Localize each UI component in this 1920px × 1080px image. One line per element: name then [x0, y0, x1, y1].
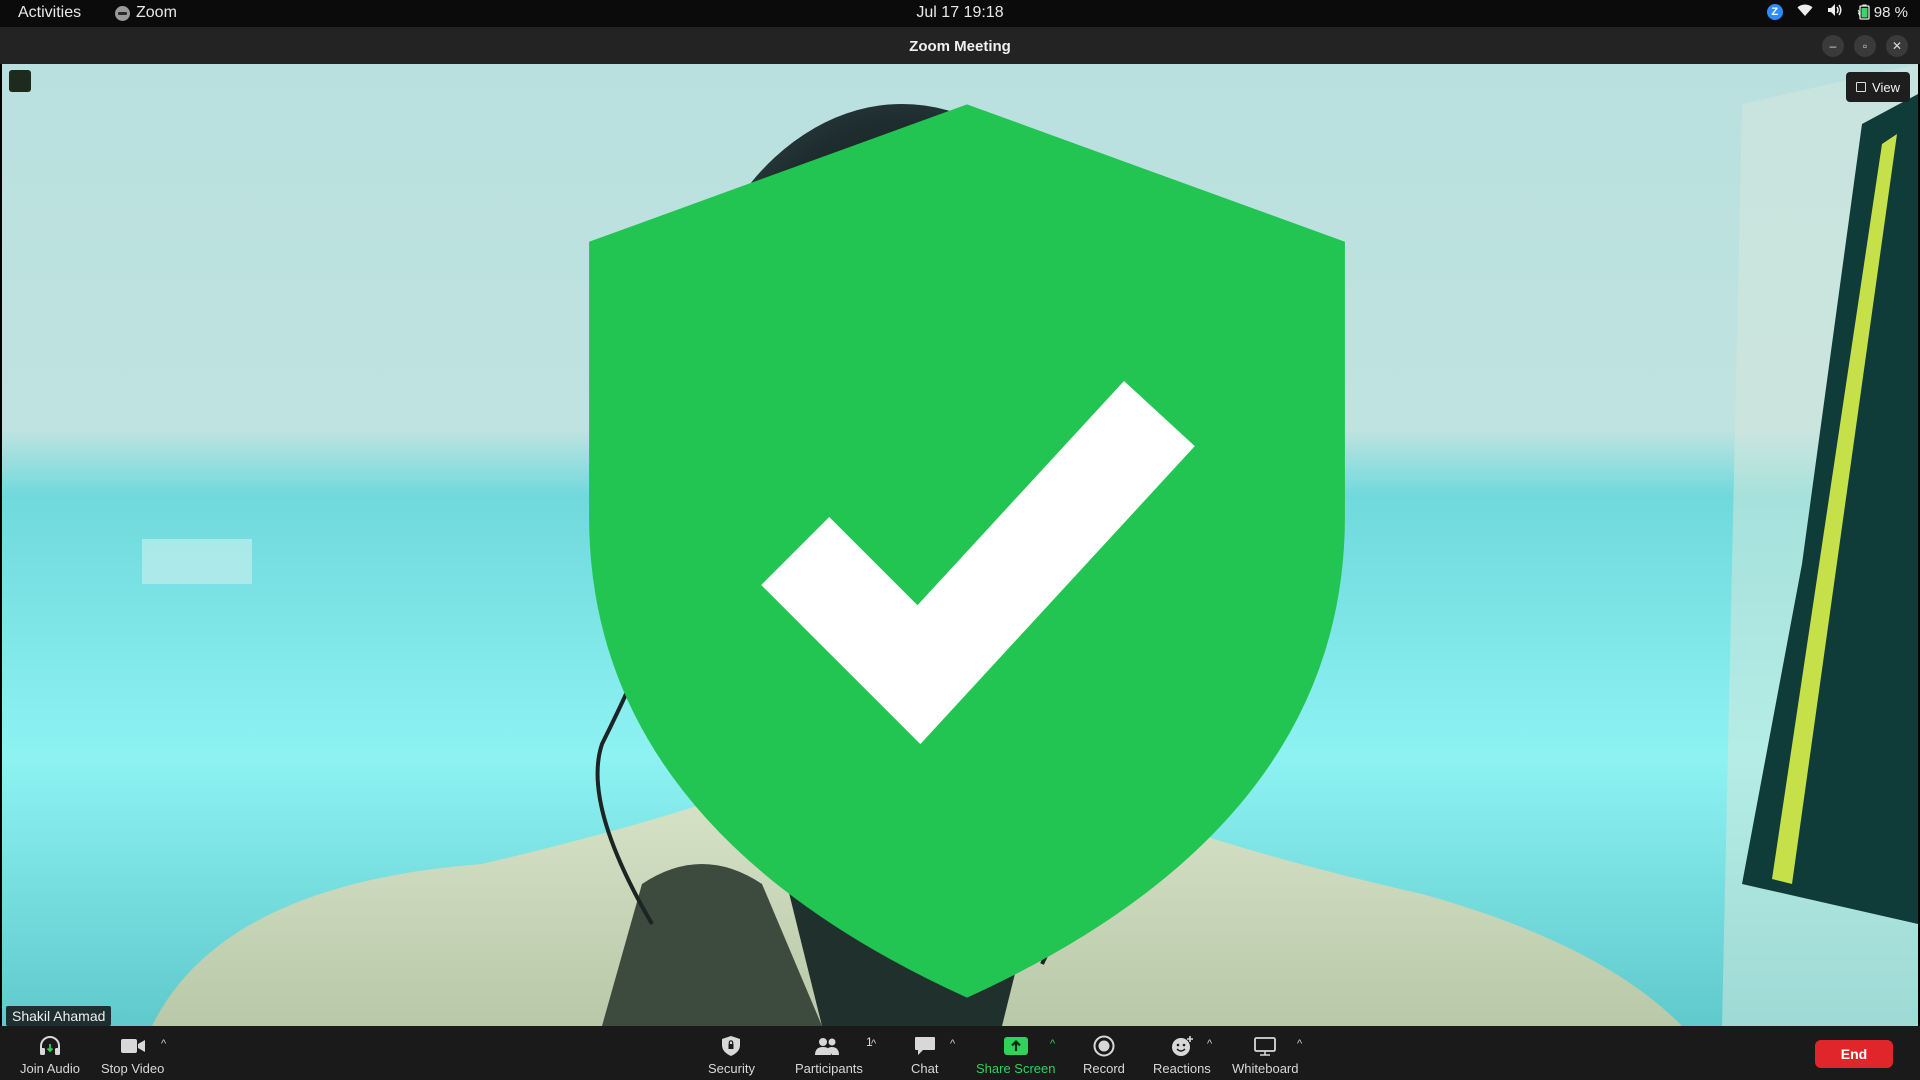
encryption-shield-icon[interactable]: [9, 70, 1345, 998]
record-icon: [1093, 1033, 1115, 1059]
whiteboard-options-caret-icon[interactable]: ^: [1297, 1038, 1302, 1050]
video-options-caret-icon[interactable]: ^: [161, 1038, 166, 1050]
view-label: View: [1872, 79, 1900, 95]
video-camera-icon: [120, 1033, 146, 1059]
share-screen-label: Share Screen: [976, 1061, 1056, 1076]
battery-percent: 98 %: [1873, 3, 1908, 21]
clock-container: Jul 17 19:18: [0, 4, 1920, 22]
record-label: Record: [1083, 1061, 1125, 1076]
window-controls: – ▫ ✕: [1822, 35, 1908, 57]
end-meeting-button[interactable]: End: [1815, 1040, 1893, 1068]
participants-label: Participants: [795, 1061, 863, 1076]
zoom-app-icon: [115, 5, 130, 21]
whiteboard-button[interactable]: Whiteboard: [1232, 1033, 1298, 1076]
window-titlebar[interactable]: Zoom Meeting – ▫ ✕: [0, 27, 1920, 64]
share-screen-button[interactable]: Share Screen: [976, 1033, 1056, 1076]
participants-options-caret-icon[interactable]: ^: [871, 1038, 876, 1050]
security-label: Security: [708, 1061, 755, 1076]
stop-video-label: Stop Video: [101, 1061, 165, 1076]
security-button[interactable]: Security: [708, 1033, 755, 1076]
chat-options-caret-icon[interactable]: ^: [950, 1038, 955, 1050]
wifi-icon[interactable]: [1797, 4, 1813, 21]
join-audio-button[interactable]: Join Audio: [20, 1033, 80, 1076]
chat-bubble-icon: [914, 1033, 936, 1059]
participants-button[interactable]: 1 Participants: [795, 1033, 873, 1076]
app-menu-label: Zoom: [136, 4, 177, 21]
share-options-caret-icon[interactable]: ^: [1050, 1038, 1055, 1050]
system-top-bar: Activities Zoom Jul 17 19:18 Z 98 %: [0, 0, 1920, 27]
participant-name-tag: Shakil Ahamad: [6, 1006, 112, 1026]
meeting-toolbar: Join Audio Stop Video ^ Security 1 Parti…: [0, 1026, 1920, 1080]
headphones-icon: [38, 1033, 62, 1059]
smiley-plus-icon: [1170, 1033, 1194, 1059]
restore-icon[interactable]: ▫: [1854, 35, 1876, 57]
record-button[interactable]: Record: [1083, 1033, 1125, 1076]
clock[interactable]: Jul 17 19:18: [916, 4, 1003, 21]
video-feed[interactable]: View Shakil Ahamad: [2, 64, 1918, 1026]
reactions-button[interactable]: Reactions: [1153, 1033, 1211, 1076]
zoom-tray-icon[interactable]: Z: [1766, 4, 1783, 20]
volume-icon[interactable]: [1827, 3, 1843, 21]
battery-icon: [1857, 4, 1870, 20]
reactions-options-caret-icon[interactable]: ^: [1207, 1038, 1212, 1050]
shield-icon: [721, 1033, 741, 1059]
grid-icon: [1856, 82, 1867, 92]
minimize-icon[interactable]: –: [1822, 35, 1844, 57]
join-audio-label: Join Audio: [20, 1061, 80, 1076]
share-screen-icon: [1003, 1033, 1029, 1059]
app-menu[interactable]: Zoom: [115, 4, 177, 22]
view-button[interactable]: View: [1846, 72, 1910, 102]
window-title: Zoom Meeting: [909, 38, 1011, 55]
reactions-label: Reactions: [1153, 1061, 1211, 1076]
close-icon[interactable]: ✕: [1886, 35, 1908, 57]
whiteboard-label: Whiteboard: [1232, 1061, 1299, 1076]
chat-button[interactable]: Chat: [911, 1033, 938, 1076]
battery-indicator[interactable]: 98 %: [1857, 4, 1908, 21]
chat-label: Chat: [911, 1061, 939, 1076]
activities-button[interactable]: Activities: [18, 4, 81, 22]
whiteboard-icon: [1253, 1033, 1277, 1059]
stop-video-button[interactable]: Stop Video: [101, 1033, 164, 1076]
participants-icon: 1: [814, 1033, 873, 1059]
system-tray[interactable]: Z 98 %: [1766, 3, 1908, 21]
